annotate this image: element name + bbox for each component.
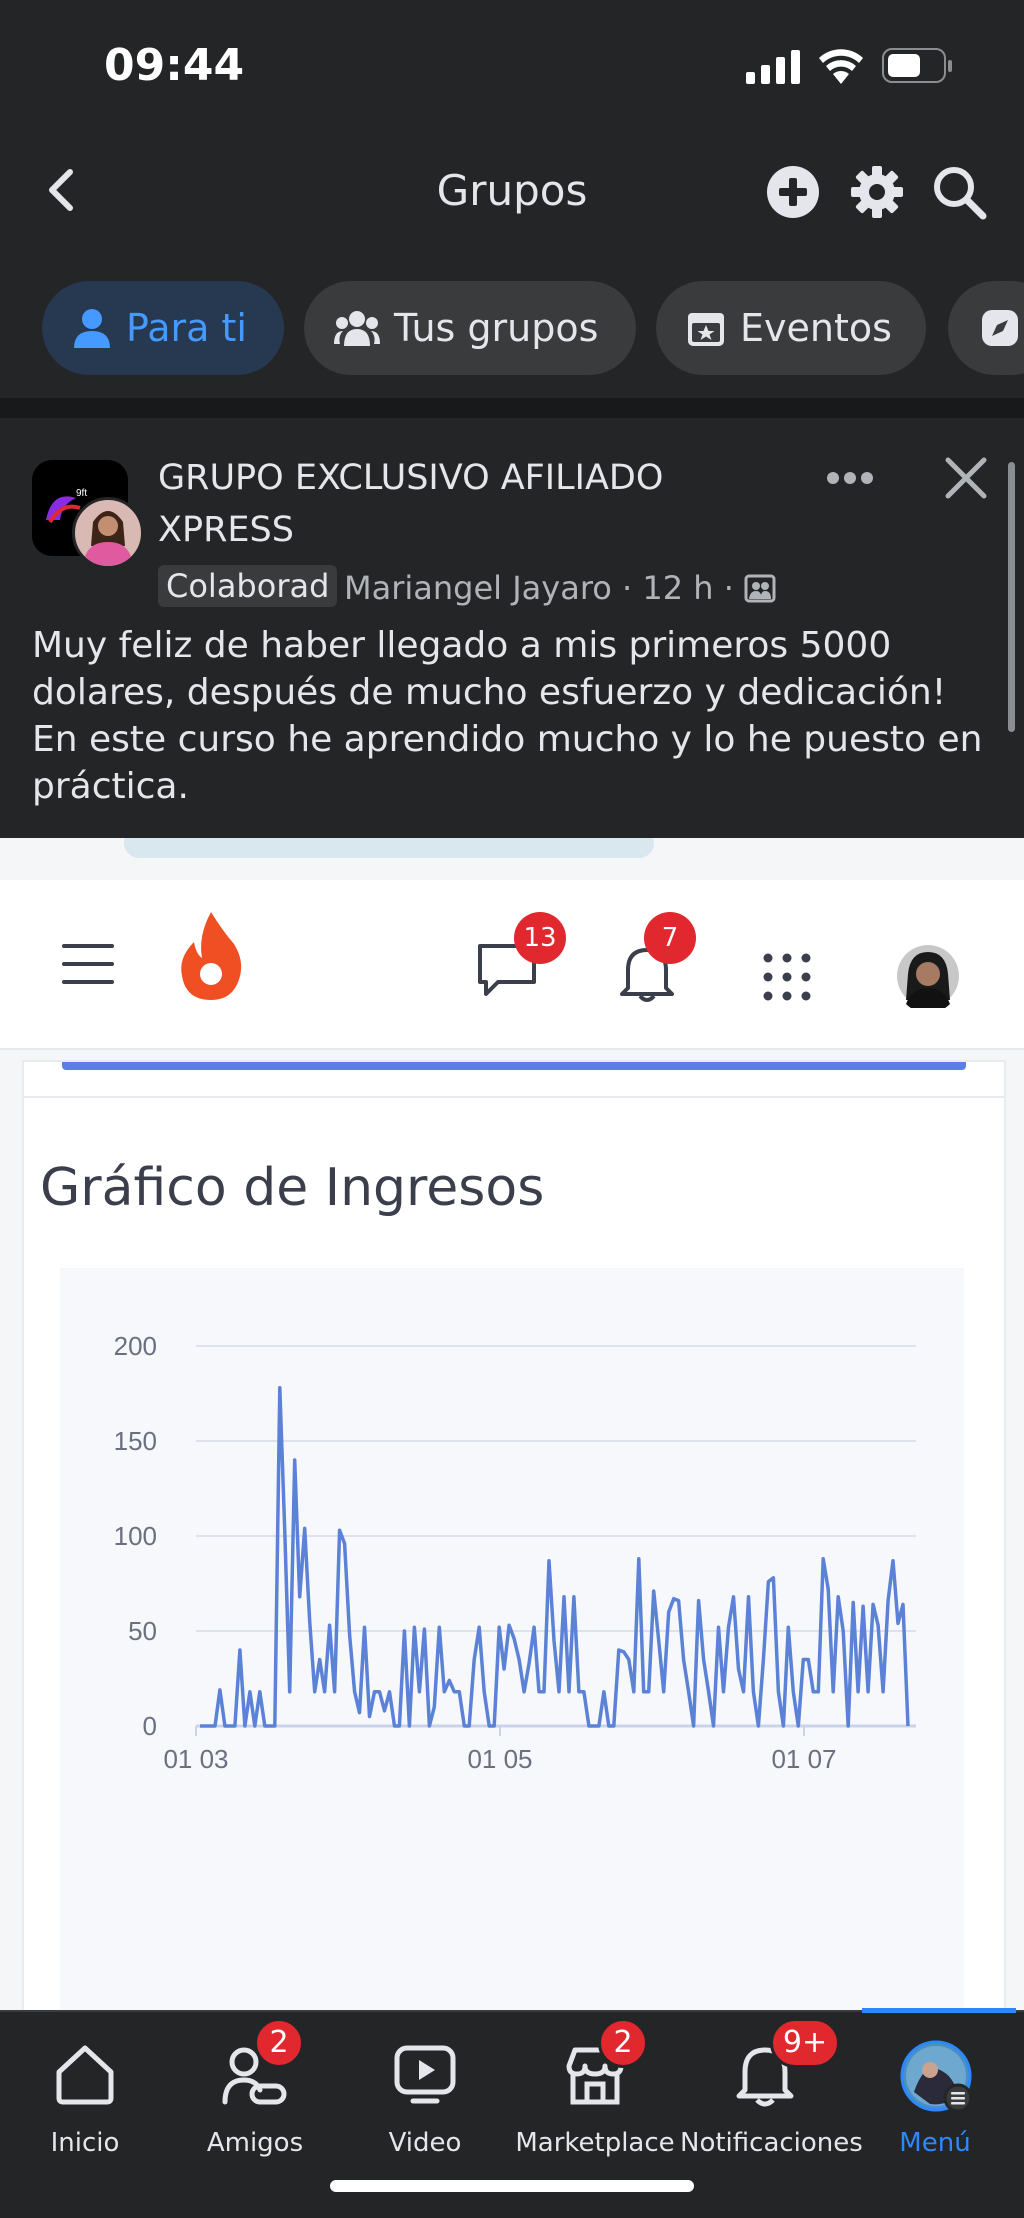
- calendar-star-icon: [688, 313, 724, 346]
- add-icon: [767, 166, 819, 218]
- video-icon: [394, 2045, 456, 2104]
- people-icon: [334, 311, 380, 346]
- tab-label: Tus grupos: [394, 306, 599, 350]
- y-tick-label: 100: [114, 1521, 157, 1551]
- series-line: [200, 1386, 910, 1728]
- signal-icon: [746, 50, 802, 89]
- nav-menu[interactable]: Menú: [850, 2010, 1020, 2160]
- svg-text:9ft: 9ft: [76, 488, 87, 499]
- friends-badge: 2: [254, 2018, 304, 2068]
- post-text: Muy feliz de haber llegado a mis primero…: [32, 625, 983, 807]
- notifications-nav-badge: 9+: [770, 2018, 840, 2068]
- search-icon: [934, 167, 987, 220]
- card-accent-bar: [62, 1062, 966, 1070]
- x-tick-label: 01 05: [467, 1744, 532, 1774]
- nav-home[interactable]: Inicio: [0, 2010, 170, 2160]
- collaborator-badge: Colaborad: [158, 565, 338, 607]
- close-icon: [945, 457, 987, 499]
- create-group-button[interactable]: [766, 165, 820, 224]
- wifi-icon: [818, 48, 864, 89]
- y-tick-label: 50: [128, 1616, 157, 1646]
- nav-label: Video: [388, 2128, 462, 2158]
- y-tick-label: 200: [114, 1331, 157, 1361]
- gear-icon: [851, 166, 903, 218]
- section-divider: [0, 398, 1024, 418]
- scrollbar[interactable]: [1008, 462, 1015, 732]
- profile-avatar: [897, 945, 959, 1008]
- nav-friends[interactable]: 2 Amigos: [170, 2010, 340, 2160]
- home-icon: [56, 2045, 114, 2105]
- y-tick-label: 150: [114, 1426, 157, 1456]
- tab-tus-grupos[interactable]: Tus grupos: [304, 281, 636, 375]
- nav-marketplace[interactable]: 2 Marketplace: [510, 2010, 680, 2160]
- group-name[interactable]: GRUPO EXCLUSIVO AFILIADO XPRESS: [158, 452, 778, 556]
- nav-label: Marketplace: [515, 2128, 675, 2158]
- compass-icon: [982, 310, 1018, 346]
- x-tick-label: 01 03: [163, 1744, 228, 1774]
- hotmart-logo-icon: [181, 912, 242, 1000]
- status-time: 09:44: [104, 40, 245, 91]
- nav-label: Menú: [899, 2128, 971, 2158]
- author-photo: [83, 511, 133, 566]
- group-privacy-icon: [744, 574, 776, 603]
- y-tick-label: 0: [143, 1711, 157, 1741]
- card-divider: [24, 1096, 1004, 1098]
- meta-separator: ·: [622, 569, 633, 607]
- income-line-chart: 0 50 100 150 200 01 03 01 05 01 07: [114, 1331, 916, 1774]
- author-avatar[interactable]: [72, 497, 144, 569]
- notifications-badge: 7: [644, 912, 696, 964]
- hamburger-icon: [62, 944, 114, 984]
- post-image[interactable]: 13 7 Gráfico de Ingresos 0 50 100 150 200 01 …: [0, 838, 1024, 2010]
- nav-video[interactable]: Video: [340, 2010, 510, 2160]
- more-icon: [827, 472, 873, 484]
- nav-notifications[interactable]: 9+ Notificaciones: [680, 2010, 863, 2160]
- tab-descubrir[interactable]: [948, 281, 1024, 375]
- battery-icon: [882, 48, 954, 89]
- author-name[interactable]: Mariangel Jayaro: [344, 569, 612, 607]
- nav-label: Amigos: [206, 2128, 304, 2158]
- nav-label: Notificaciones: [680, 2128, 863, 2158]
- x-tick-label: 01 07: [771, 1744, 836, 1774]
- messages-badge: 13: [514, 912, 566, 964]
- chart-plot-area: 0 50 100 150 200 01 03 01 05 01 07: [60, 1268, 964, 2010]
- post-meta: Mariangel Jayaro · 12 h ·: [344, 569, 776, 607]
- person-icon: [74, 309, 110, 348]
- marketplace-badge: 2: [598, 2018, 648, 2068]
- tab-label: Para ti: [126, 306, 247, 350]
- image-app-bar: 13 7: [0, 880, 1024, 1050]
- search-button[interactable]: [932, 165, 988, 226]
- menu-avatar: [900, 2040, 973, 2113]
- image-top-strip: [124, 838, 654, 858]
- hide-post-button[interactable]: [944, 456, 988, 505]
- nav-label: Inicio: [50, 2128, 120, 2158]
- post-options-button[interactable]: [826, 470, 874, 491]
- tab-para-ti[interactable]: Para ti: [42, 281, 284, 375]
- settings-button[interactable]: [850, 165, 904, 224]
- meta-separator: ·: [723, 569, 734, 607]
- tab-eventos[interactable]: Eventos: [656, 281, 926, 375]
- tab-label: Eventos: [740, 306, 892, 350]
- post-time[interactable]: 12 h: [642, 569, 713, 607]
- chart-title: Gráfico de Ingresos: [40, 1158, 545, 1218]
- home-indicator: [330, 2180, 694, 2192]
- apps-grid-icon: [763, 953, 811, 1001]
